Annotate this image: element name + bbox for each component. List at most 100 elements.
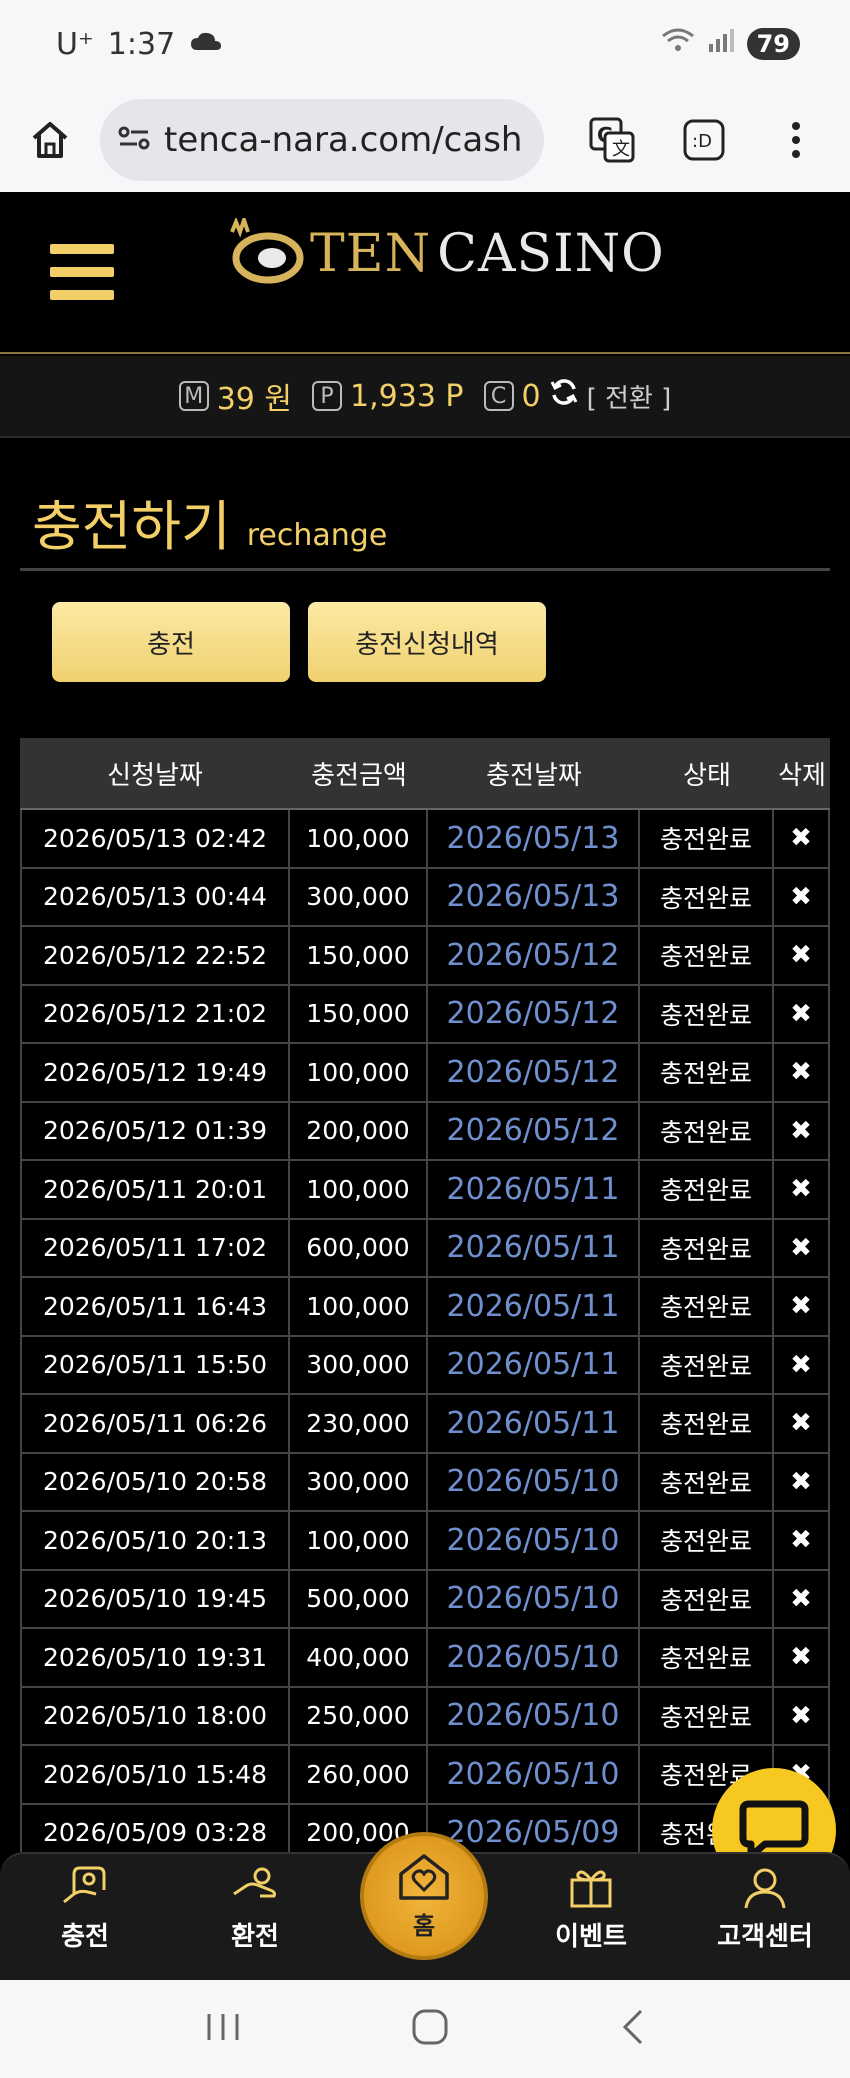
request-date-cell: 2026/05/11 16:43 (20, 1278, 290, 1335)
charge-hand-icon (63, 1866, 106, 1904)
address-bar[interactable]: tenca-nara.com/cash (100, 99, 544, 181)
delete-button[interactable]: ✖ (774, 1219, 830, 1276)
nav-support[interactable]: 고객센터 (700, 1864, 830, 1953)
charge-date-link[interactable]: 2026/05/10 (428, 1687, 640, 1744)
charge-date-link[interactable]: 2026/05/11 (428, 1395, 640, 1452)
amount-cell: 600,000 (290, 1219, 428, 1276)
charge-button[interactable]: 충전 (52, 602, 290, 682)
charge-date-link[interactable]: 2026/05/12 (428, 1044, 640, 1101)
nav-event[interactable]: 이벤트 (526, 1864, 656, 1953)
table-row: 2026/05/12 21:02 150,000 2026/05/12 충전완료 ✖ (20, 985, 830, 1044)
amount-cell: 400,000 (290, 1629, 428, 1686)
nav-charge[interactable]: 충전 (20, 1864, 150, 1953)
table-row: 2026/05/13 02:42 100,000 2026/05/13 충전완료 ✖ (20, 810, 830, 869)
delete-button[interactable]: ✖ (774, 868, 830, 925)
charge-history-table: 신청날짜 충전금액 충전날짜 상태 삭제 2026/05/13 02:42 100… (20, 738, 830, 1852)
request-date-cell: 2026/05/12 19:49 (20, 1044, 290, 1101)
request-date-cell: 2026/05/10 19:31 (20, 1629, 290, 1686)
amount-cell: 500,000 (290, 1570, 428, 1627)
point-value: 1,933 P (350, 378, 464, 414)
refresh-icon[interactable] (549, 377, 579, 415)
site-logo[interactable]: TEN CASINO (224, 218, 665, 290)
delete-button[interactable]: ✖ (774, 1687, 830, 1744)
charge-date-link[interactable]: 2026/05/10 (428, 1629, 640, 1686)
switch-button[interactable]: [ 전환 ] (587, 378, 672, 415)
point-badge-icon: P (312, 381, 343, 411)
bottom-navigation: 충전 환전 홈 이벤트 고객센터 (0, 1832, 850, 1980)
amount-cell: 150,000 (290, 927, 428, 984)
delete-button[interactable]: ✖ (774, 1453, 830, 1510)
money-badge-icon: M (178, 381, 209, 411)
request-date-cell: 2026/05/13 02:42 (20, 810, 290, 867)
back-icon[interactable] (617, 2007, 647, 2051)
amount-cell: 100,000 (290, 810, 428, 867)
charge-date-link[interactable]: 2026/05/13 (428, 810, 640, 867)
hamburger-menu-button[interactable] (50, 244, 114, 300)
table-row: 2026/05/10 19:45 500,000 2026/05/10 충전완료 ✖ (20, 1570, 830, 1629)
charge-date-link[interactable]: 2026/05/13 (428, 868, 640, 925)
amount-cell: 300,000 (290, 1453, 428, 1510)
page-title-korean: 충전하기 (32, 495, 231, 558)
recent-apps-icon[interactable] (203, 2010, 243, 2048)
charge-date-link[interactable]: 2026/05/12 (428, 927, 640, 984)
delete-button[interactable]: ✖ (774, 1161, 830, 1218)
browser-home-button[interactable] (24, 114, 76, 166)
extension-button[interactable]: :D (680, 116, 728, 164)
status-bar: U⁺ 1:37 79 (0, 0, 850, 88)
delete-button[interactable]: ✖ (774, 1278, 830, 1335)
home-circle-icon[interactable] (410, 2007, 450, 2051)
amount-cell: 260,000 (290, 1746, 428, 1803)
delete-button[interactable]: ✖ (774, 1395, 830, 1452)
url-text: tenca-nara.com/cash (164, 120, 523, 160)
nav-home[interactable]: 홈 (360, 1832, 488, 1960)
charge-date-link[interactable]: 2026/05/12 (428, 985, 640, 1042)
status-cell: 충전완료 (640, 868, 774, 925)
translate-button[interactable]: G文 (588, 116, 636, 164)
title-divider (20, 568, 830, 571)
delete-button[interactable]: ✖ (774, 1044, 830, 1101)
status-cell: 충전완료 (640, 1336, 774, 1393)
more-options-button[interactable] (772, 116, 820, 164)
status-cell: 충전완료 (640, 1570, 774, 1627)
status-cell: 충전완료 (640, 1102, 774, 1159)
table-row: 2026/05/11 17:02 600,000 2026/05/11 충전완료 ✖ (20, 1219, 830, 1278)
amount-cell: 230,000 (290, 1395, 428, 1452)
delete-button[interactable]: ✖ (774, 1336, 830, 1393)
charge-date-link[interactable]: 2026/05/11 (428, 1336, 640, 1393)
nav-exchange[interactable]: 환전 (190, 1864, 320, 1953)
delete-button[interactable]: ✖ (774, 927, 830, 984)
page-title-english: rechange (246, 518, 388, 553)
charge-date-link[interactable]: 2026/05/10 (428, 1453, 640, 1510)
clock: 1:37 (107, 26, 176, 62)
table-body: 2026/05/13 02:42 100,000 2026/05/13 충전완료 ✖ 20… (20, 810, 830, 1852)
request-date-cell: 2026/05/12 21:02 (20, 985, 290, 1042)
charge-date-link[interactable]: 2026/05/11 (428, 1161, 640, 1218)
charge-date-link[interactable]: 2026/05/11 (428, 1219, 640, 1276)
delete-button[interactable]: ✖ (774, 1629, 830, 1686)
support-agent-icon (744, 1868, 786, 1909)
status-cell: 충전완료 (640, 1161, 774, 1218)
translate-icon: G文 (589, 117, 635, 163)
request-date-cell: 2026/05/10 18:00 (20, 1687, 290, 1744)
amount-cell: 100,000 (290, 1278, 428, 1335)
charge-date-link[interactable]: 2026/05/11 (428, 1278, 640, 1335)
charge-date-link[interactable]: 2026/05/10 (428, 1570, 640, 1627)
nav-event-label: 이벤트 (555, 1922, 627, 1952)
kebab-menu-icon (792, 122, 800, 158)
delete-button[interactable]: ✖ (774, 810, 830, 867)
charge-date-link[interactable]: 2026/05/10 (428, 1746, 640, 1803)
charge-history-button[interactable]: 충전신청내역 (308, 602, 546, 682)
delete-button[interactable]: ✖ (774, 1102, 830, 1159)
logo-ten-text: TEN (310, 224, 432, 284)
charge-date-link[interactable]: 2026/05/12 (428, 1102, 640, 1159)
delete-button[interactable]: ✖ (774, 1512, 830, 1569)
status-cell: 충전완료 (640, 1278, 774, 1335)
money-balance: M 39 원 (178, 374, 292, 418)
nav-exchange-label: 환전 (231, 1922, 279, 1952)
nav-charge-label: 충전 (61, 1922, 109, 1952)
table-row: 2026/05/11 15:50 300,000 2026/05/11 충전완료 ✖ (20, 1336, 830, 1395)
delete-button[interactable]: ✖ (774, 1570, 830, 1627)
charge-date-link[interactable]: 2026/05/10 (428, 1512, 640, 1569)
site-settings-icon[interactable] (118, 124, 150, 156)
delete-button[interactable]: ✖ (774, 985, 830, 1042)
